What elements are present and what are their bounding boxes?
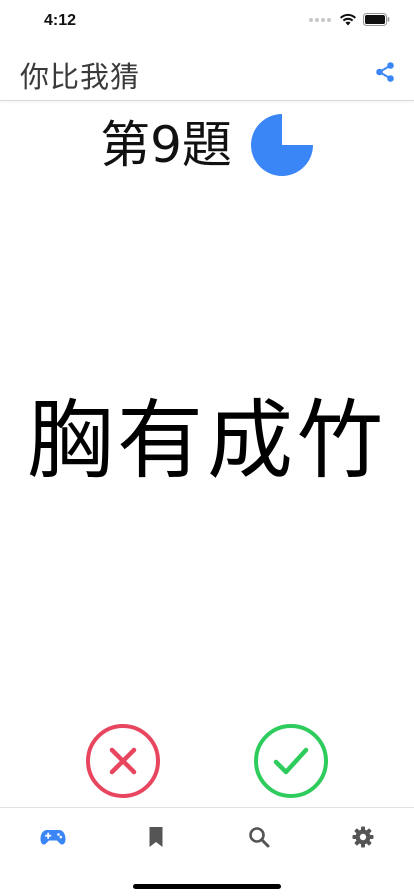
share-icon: [376, 62, 394, 82]
status-time: 4:12: [44, 12, 77, 29]
status-indicators: [309, 13, 390, 26]
tab-bookmarks[interactable]: [136, 822, 176, 852]
close-icon: [109, 747, 137, 775]
tab-game[interactable]: [33, 822, 73, 852]
gamepad-icon: [40, 830, 66, 845]
checkmark-icon: [273, 747, 309, 775]
wrong-button[interactable]: [86, 724, 160, 798]
game-screen: 4:12 你比我猜 第9題 胸有成竹: [0, 0, 414, 896]
share-button[interactable]: [372, 59, 398, 85]
tab-search[interactable]: [239, 822, 279, 852]
wifi-icon: [340, 13, 356, 26]
gear-icon: [352, 826, 374, 848]
tab-settings[interactable]: [343, 822, 383, 852]
correct-button[interactable]: [254, 724, 328, 798]
cellular-signal-icon: [309, 17, 331, 22]
search-icon: [249, 827, 270, 848]
home-indicator: [133, 884, 281, 889]
idiom-text: 胸有成竹: [27, 391, 387, 491]
question-header: 第9題: [0, 110, 414, 180]
app-title: 你比我猜: [20, 60, 141, 94]
question-number: 第9題: [100, 116, 232, 174]
timer-pie-icon: [250, 114, 313, 176]
status-bar: 4:12: [0, 0, 414, 46]
battery-icon: [363, 13, 390, 26]
bookmark-icon: [149, 827, 163, 847]
tab-bar: [0, 807, 414, 896]
nav-bar: 你比我猜: [0, 46, 414, 101]
